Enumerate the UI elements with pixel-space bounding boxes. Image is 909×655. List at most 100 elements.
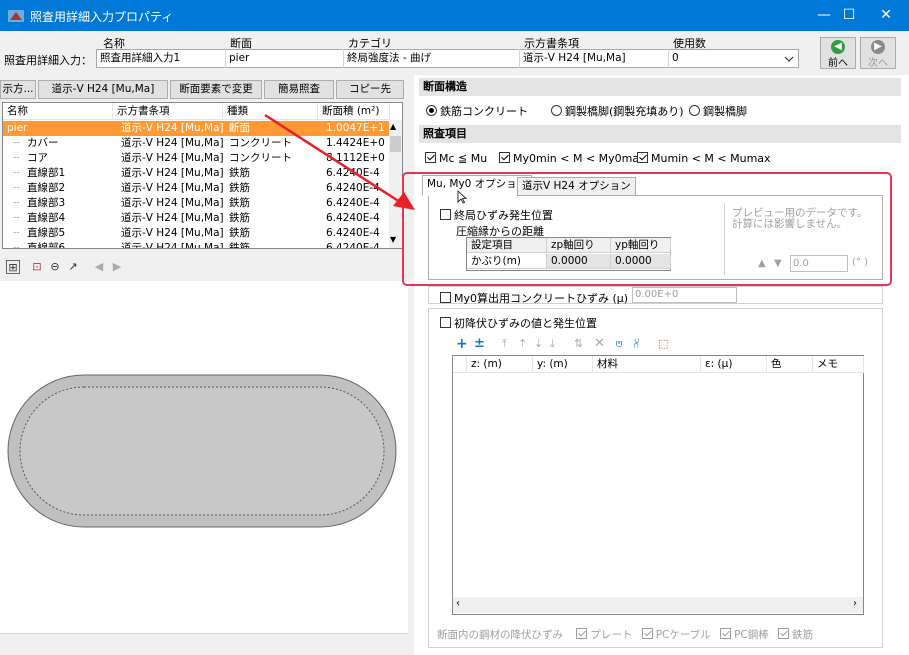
close-button[interactable]: ✕: [863, 0, 909, 31]
arrow-left-icon: ◀: [831, 40, 845, 54]
grid2-header-strain[interactable]: ε: (μ): [701, 356, 767, 373]
pc-cable-check[interactable]: PCケーブル: [641, 628, 711, 641]
cell-type: 鉄筋: [229, 227, 250, 239]
grid-header-spec[interactable]: 示方書条項: [113, 103, 223, 120]
cell-name: コア: [27, 152, 48, 164]
grid-header-name[interactable]: 名称: [3, 103, 113, 120]
status-bar: [0, 633, 408, 655]
table-row[interactable]: ┈ 直線部5 道示-V H24 [Mu,Ma] 鉄筋 6.4240E-4: [3, 226, 390, 241]
insert-row-icon[interactable]: ±: [474, 336, 485, 351]
delete-icon[interactable]: ✕: [594, 336, 605, 351]
spec-value: 道示-V H24 [Mu,Ma]: [523, 52, 626, 64]
check-my0[interactable]: My0min < M < My0max: [499, 152, 646, 165]
grid2-header-memo[interactable]: メモ: [813, 356, 864, 373]
check-label: Mumin < M < Mumax: [651, 152, 771, 165]
cell-type: 鉄筋: [229, 212, 250, 224]
cell-type: 断面: [229, 122, 250, 134]
scroll-down-icon[interactable]: ▼: [390, 235, 396, 244]
plate-check[interactable]: プレート: [576, 628, 633, 641]
checkbox[interactable]: [440, 292, 451, 303]
cell-spec: 道示-V H24 [Mu,Ma]: [121, 122, 224, 134]
cell-type: 鉄筋: [229, 197, 250, 209]
spec-dropdown-label[interactable]: 示方...: [0, 80, 36, 99]
tree-line: ┈: [13, 167, 20, 179]
move-top-icon[interactable]: ⤒: [502, 337, 507, 351]
prev-button[interactable]: ◀ 前へ: [820, 37, 856, 69]
copy-to-button[interactable]: コピー先: [336, 80, 404, 99]
grid2-hscrollbar[interactable]: ‹ ›: [453, 597, 863, 613]
tree-line: ┈: [13, 137, 20, 149]
cell-type: 鉄筋: [229, 182, 250, 194]
zoom-out-icon[interactable]: ⊖: [48, 260, 62, 274]
import-icon[interactable]: ⬚: [658, 337, 668, 350]
yield-grid[interactable]: z: (m) y: (m) 材料 ε: (μ) 色 メモ: [452, 355, 864, 615]
next-button[interactable]: ▶ 次へ: [860, 37, 896, 69]
divider: [668, 49, 669, 68]
move-bottom-icon[interactable]: ⤓: [550, 337, 555, 351]
copy-rows-icon[interactable]: ⩅: [616, 337, 622, 351]
radio-rc[interactable]: 鉄筋コンクリート: [426, 103, 528, 119]
cell-spec: 道示-V H24 [Mu,Ma]: [121, 182, 224, 194]
move-up-icon[interactable]: ⇡: [518, 337, 527, 350]
grid2-header-z[interactable]: z: (m): [467, 356, 533, 373]
radio-button[interactable]: [689, 105, 700, 116]
my0-strain-check[interactable]: My0算出用コンクリートひずみ (μ): [440, 290, 628, 306]
pc-bar-check[interactable]: PC鋼棒: [720, 628, 769, 641]
grid2-header-color[interactable]: 色: [767, 356, 813, 373]
checkbox[interactable]: [425, 152, 436, 163]
table-row[interactable]: ┈ 直線部6 道示-V H24 [Mu,Ma] 鉄筋 6.4240E-4: [3, 241, 390, 249]
cell-spec: 道示-V H24 [Mu,Ma]: [121, 197, 224, 209]
checkbox[interactable]: [637, 152, 648, 163]
change-by-element-button[interactable]: 断面要素で変更: [170, 80, 262, 99]
zoom-window-icon[interactable]: ⊡: [30, 260, 44, 274]
check-label: My0算出用コンクリートひずみ (μ): [454, 292, 629, 305]
radio-steel[interactable]: 鋼製橋脚: [689, 103, 747, 119]
scroll-left-icon[interactable]: ‹: [456, 598, 460, 609]
checkbox[interactable]: [720, 628, 732, 639]
checkbox[interactable]: [778, 628, 790, 639]
checkbox[interactable]: [641, 628, 653, 639]
prev-label: 前へ: [828, 58, 848, 69]
radio-label: 鋼製橋脚(鋼製充填あり): [565, 105, 684, 118]
rebar-check[interactable]: 鉄筋: [778, 628, 813, 641]
paste-rows-icon[interactable]: ⩆: [634, 337, 639, 351]
grid2-header-material[interactable]: 材料: [593, 356, 701, 373]
row-label: 照査用詳細入力：: [4, 54, 92, 67]
grid2-header: [453, 356, 467, 373]
check-mu-range[interactable]: Mumin < M < Mumax: [637, 152, 771, 165]
spec-dropdown[interactable]: 道示-V H24 [Mu,Ma]: [38, 80, 168, 99]
radio-steel-filled[interactable]: 鋼製橋脚(鋼製充填あり): [551, 103, 684, 119]
tree-line: ┈: [13, 227, 20, 239]
chevron-down-icon[interactable]: [784, 55, 794, 63]
check-label: My0min < M < My0max: [513, 152, 646, 165]
divider: [225, 49, 226, 68]
fit-view-icon[interactable]: ⊞: [6, 260, 20, 274]
scroll-right-icon[interactable]: ›: [853, 598, 857, 609]
yield-strain-check[interactable]: 初降伏ひずみの値と発生位置: [440, 315, 597, 331]
my0-strain-input[interactable]: 0.00E+0: [632, 287, 737, 303]
grid2-header-y[interactable]: y: (m): [533, 356, 593, 373]
tree-line: ┈: [13, 212, 20, 224]
radio-button[interactable]: [426, 105, 437, 116]
section-preview-canvas[interactable]: [0, 281, 408, 633]
redo-view-icon[interactable]: ▶: [110, 260, 124, 274]
checkbox[interactable]: [499, 152, 510, 163]
view-toolbar: ⊞ ⊡ ⊖ ↗ ◀ ▶: [2, 258, 403, 278]
radio-button[interactable]: [551, 105, 562, 116]
arrow-right-icon: ▶: [871, 40, 885, 54]
tree-line: ┈: [13, 197, 20, 209]
move-down-icon[interactable]: ⇣: [534, 337, 543, 350]
check-label: Mc ≦ Mu: [439, 152, 488, 165]
cell-spec: 道示-V H24 [Mu,Ma]: [121, 167, 224, 179]
checkbox[interactable]: [576, 628, 588, 639]
cell-spec: 道示-V H24 [Mu,Ma]: [121, 242, 224, 249]
check-label: プレート: [590, 629, 633, 641]
undo-view-icon[interactable]: ◀: [92, 260, 106, 274]
tree-line: ┈: [13, 242, 20, 249]
sort-icon[interactable]: ⇅: [574, 337, 583, 350]
simple-check-button[interactable]: 簡易照査: [264, 80, 334, 99]
check-mc-mu[interactable]: Mc ≦ Mu: [425, 152, 487, 165]
add-row-icon[interactable]: +: [456, 336, 468, 352]
checkbox[interactable]: [440, 317, 451, 328]
pan-icon[interactable]: ↗: [66, 260, 80, 274]
